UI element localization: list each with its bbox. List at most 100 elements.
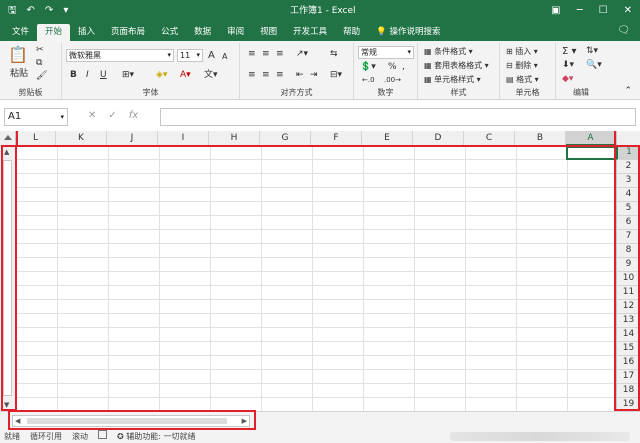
align-left-icon[interactable]: ≡: [248, 70, 256, 81]
ribbon-display-icon[interactable]: ▣: [551, 4, 560, 18]
styles-label: 样式: [450, 88, 467, 97]
format-as-table-button[interactable]: ▦ 套用表格格式 ▾: [424, 60, 489, 71]
format-icon: ▤: [506, 75, 514, 84]
number-group: 常规 ▾ 💲▾ % , ←.0 .00→ 数字: [354, 43, 418, 99]
accessibility-icon: ✪: [117, 432, 124, 441]
undo-icon[interactable]: ↶: [27, 4, 35, 18]
status-accessibility[interactable]: ✪ 辅助功能: 一切就绪: [117, 430, 196, 443]
row-header-highlight: [614, 145, 640, 411]
clear-icon[interactable]: ◆▾: [562, 74, 573, 85]
merge-center-icon[interactable]: ⊟▾: [330, 70, 342, 81]
phonetic-icon[interactable]: 文▾: [204, 70, 218, 81]
tab-formulas[interactable]: 公式: [153, 24, 186, 41]
comment-icon[interactable]: 🗨: [617, 25, 630, 36]
collapse-ribbon-icon[interactable]: ⌃: [624, 86, 632, 97]
orientation-icon[interactable]: ↗▾: [296, 49, 308, 60]
chevron-down-icon: ▾: [60, 113, 64, 121]
formula-bar: A1 ▾ ✕ ✓ fx: [0, 106, 640, 128]
tab-view[interactable]: 视图: [252, 24, 285, 41]
column-header-highlight: [16, 131, 616, 147]
align-middle-icon[interactable]: ≡: [262, 49, 270, 60]
redo-icon[interactable]: ↷: [45, 4, 53, 18]
enter-icon[interactable]: ✓: [108, 110, 116, 121]
tab-data[interactable]: 数据: [186, 24, 219, 41]
cell-styles-button[interactable]: ▦ 单元格样式 ▾: [424, 74, 481, 85]
lightbulb-icon: 💡: [376, 27, 387, 37]
increase-decimal-icon[interactable]: ←.0: [362, 75, 375, 86]
tab-home[interactable]: 开始: [37, 24, 71, 41]
conditional-format-button[interactable]: ▦ 条件格式 ▾: [424, 46, 473, 57]
close-icon[interactable]: ✕: [624, 4, 632, 18]
format-painter-icon[interactable]: 🖌: [36, 71, 47, 82]
save-icon[interactable]: 🖫: [8, 4, 17, 18]
borders-icon[interactable]: ⊞▾: [122, 70, 134, 81]
align-right-icon[interactable]: ≡: [276, 70, 284, 81]
status-scroll-lock: 滚动: [72, 432, 88, 441]
font-color-icon[interactable]: A▾: [180, 70, 191, 81]
paste-button[interactable]: 粘贴: [10, 69, 28, 80]
font-size-select[interactable]: 11 ▾: [177, 49, 203, 62]
tab-page-layout[interactable]: 页面布局: [103, 24, 153, 41]
customize-icon[interactable]: ▾: [63, 4, 68, 18]
find-icon[interactable]: 🔍▾: [586, 60, 602, 71]
number-label: 数字: [377, 88, 394, 97]
percent-button[interactable]: %: [388, 62, 397, 73]
tab-help[interactable]: 帮助: [335, 24, 368, 41]
alignment-group: ≡ ≡ ≡ ↗▾ ⇆ ≡ ≡ ≡ ⇤ ⇥ ⊟▾ 对齐方式: [240, 43, 354, 99]
underline-button[interactable]: U: [100, 70, 107, 81]
grow-font-button[interactable]: A: [208, 50, 215, 61]
increase-indent-icon[interactable]: ⇥: [310, 70, 318, 81]
tell-me-search[interactable]: 💡 操作说明搜索: [368, 24, 448, 41]
status-circular-reference[interactable]: 循环引用: [30, 430, 62, 443]
row-header-corner: [616, 131, 640, 146]
name-box[interactable]: A1 ▾: [4, 108, 68, 126]
decrease-indent-icon[interactable]: ⇤: [296, 70, 304, 81]
active-cell-a1[interactable]: [566, 146, 616, 160]
delete-cells-button[interactable]: ⊟ 删除 ▾: [506, 60, 538, 71]
paste-icon[interactable]: 📋: [8, 47, 28, 63]
cells-group: ⊞ 插入 ▾ ⊟ 删除 ▾ ▤ 格式 ▾ 单元格: [500, 43, 556, 99]
tab-file[interactable]: 文件: [4, 24, 37, 41]
horizontal-scrollbar-highlight: [8, 410, 256, 430]
minimize-icon[interactable]: ─: [577, 4, 583, 18]
chevron-down-icon: ▾: [167, 51, 171, 59]
tab-review[interactable]: 审阅: [219, 24, 252, 41]
select-all-button[interactable]: [0, 131, 16, 146]
macro-record-icon[interactable]: [98, 430, 107, 439]
cancel-icon[interactable]: ✕: [88, 110, 96, 121]
autosum-icon[interactable]: Σ ▾: [562, 46, 577, 57]
excel-window: 🖫 ↶ ↷ ▾ 工作簿1 - Excel ▣ ─ ☐ ✕ 文件 开始 插入 页面…: [0, 0, 640, 443]
insert-cells-button[interactable]: ⊞ 插入 ▾: [506, 46, 538, 57]
insert-function-icon[interactable]: fx: [129, 110, 138, 121]
styles-group: ▦ 条件格式 ▾ ▦ 套用表格格式 ▾ ▦ 单元格样式 ▾ 样式: [418, 43, 500, 99]
restore-icon[interactable]: ☐: [599, 4, 608, 18]
wrap-text-icon[interactable]: ⇆: [330, 49, 338, 60]
format-cells-button[interactable]: ▤ 格式 ▾: [506, 74, 539, 85]
decrease-decimal-icon[interactable]: .00→: [384, 75, 401, 86]
comma-button[interactable]: ,: [402, 62, 405, 73]
editing-label: 编辑: [573, 88, 589, 97]
insert-icon: ⊞: [506, 47, 513, 56]
ribbon: 📋 粘贴 ✂ ⧉ 🖌 剪贴板 微软雅黑 ▾ 11 ▾ A A B I U ⊞▾ ◈▾…: [0, 41, 640, 100]
cut-icon[interactable]: ✂: [36, 45, 44, 56]
fill-color-icon[interactable]: ◈▾: [156, 70, 167, 81]
italic-button[interactable]: I: [86, 70, 89, 81]
currency-icon[interactable]: 💲▾: [360, 62, 376, 73]
alignment-label: 对齐方式: [280, 88, 313, 97]
cell-area[interactable]: [16, 146, 616, 411]
window-title: 工作簿1 - Excel: [290, 6, 356, 16]
align-bottom-icon[interactable]: ≡: [276, 49, 284, 60]
sort-filter-icon[interactable]: ⇅▾: [586, 46, 598, 57]
fill-icon[interactable]: ⬇▾: [562, 60, 574, 71]
formula-input[interactable]: [160, 108, 636, 126]
align-top-icon[interactable]: ≡: [248, 49, 256, 60]
copy-icon[interactable]: ⧉: [36, 58, 42, 69]
title-bar: 🖫 ↶ ↷ ▾ 工作簿1 - Excel ▣ ─ ☐ ✕: [0, 0, 640, 22]
tab-developer[interactable]: 开发工具: [285, 24, 335, 41]
shrink-font-button[interactable]: A: [222, 51, 227, 62]
bold-button[interactable]: B: [70, 70, 77, 81]
number-format-select[interactable]: 常规 ▾: [358, 46, 414, 59]
align-center-icon[interactable]: ≡: [262, 70, 270, 81]
tab-insert[interactable]: 插入: [70, 24, 103, 41]
font-name-select[interactable]: 微软雅黑 ▾: [66, 49, 174, 62]
